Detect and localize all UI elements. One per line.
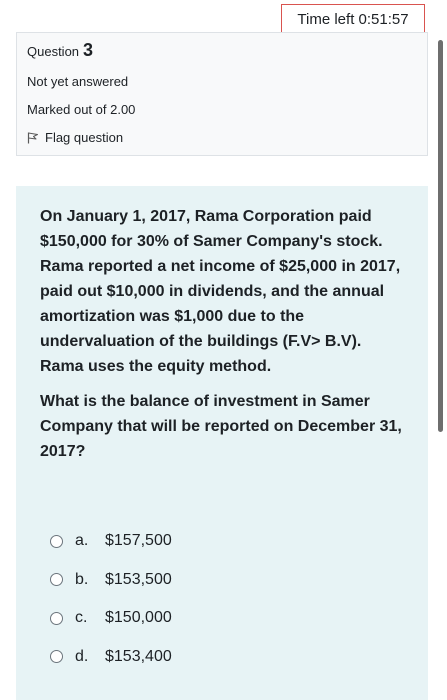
answer-text: $153,500 bbox=[105, 570, 172, 588]
answer-text: $153,400 bbox=[105, 647, 172, 665]
question-info-panel: Question 3 Not yet answered Marked out of… bbox=[16, 32, 428, 156]
radio-button[interactable] bbox=[50, 534, 63, 548]
radio-button[interactable] bbox=[50, 611, 63, 625]
answer-letter: d. bbox=[75, 647, 89, 665]
radio-button[interactable] bbox=[50, 650, 63, 664]
question-marks: Marked out of 2.00 bbox=[27, 102, 136, 117]
flag-icon bbox=[27, 132, 38, 143]
answer-letter: b. bbox=[75, 570, 89, 588]
question-number-line: Question 3 bbox=[27, 40, 417, 61]
answer-option-a[interactable]: a. $157,500 bbox=[40, 522, 406, 561]
scrollbar[interactable] bbox=[438, 40, 443, 432]
answer-letter: c. bbox=[75, 609, 88, 627]
flag-question-label: Flag question bbox=[45, 130, 124, 145]
answer-option-c[interactable]: c. $150,000 bbox=[40, 599, 406, 638]
question-prompt: What is the balance of investment in Sam… bbox=[40, 393, 402, 460]
answer-option-b[interactable]: b. $153,500 bbox=[40, 561, 406, 600]
time-left-timer: Time left 0:51:57 bbox=[281, 4, 425, 35]
answer-options: a. $157,500 b. $153,500 c. $150,000 d. $… bbox=[40, 522, 406, 676]
answer-text: $150,000 bbox=[105, 609, 172, 627]
flag-question-button[interactable]: Flag question bbox=[27, 130, 417, 145]
question-content-panel: On January 1, 2017, Rama Corporation pai… bbox=[16, 186, 428, 700]
answer-text: $157,500 bbox=[105, 532, 172, 550]
question-label: Question bbox=[27, 44, 80, 59]
question-status: Not yet answered bbox=[27, 74, 129, 89]
answer-option-d[interactable]: d. $153,400 bbox=[40, 638, 406, 677]
question-number: 3 bbox=[83, 40, 94, 60]
question-text: On January 1, 2017, Rama Corporation pai… bbox=[40, 208, 401, 375]
radio-button[interactable] bbox=[50, 573, 63, 587]
answer-letter: a. bbox=[75, 532, 89, 550]
